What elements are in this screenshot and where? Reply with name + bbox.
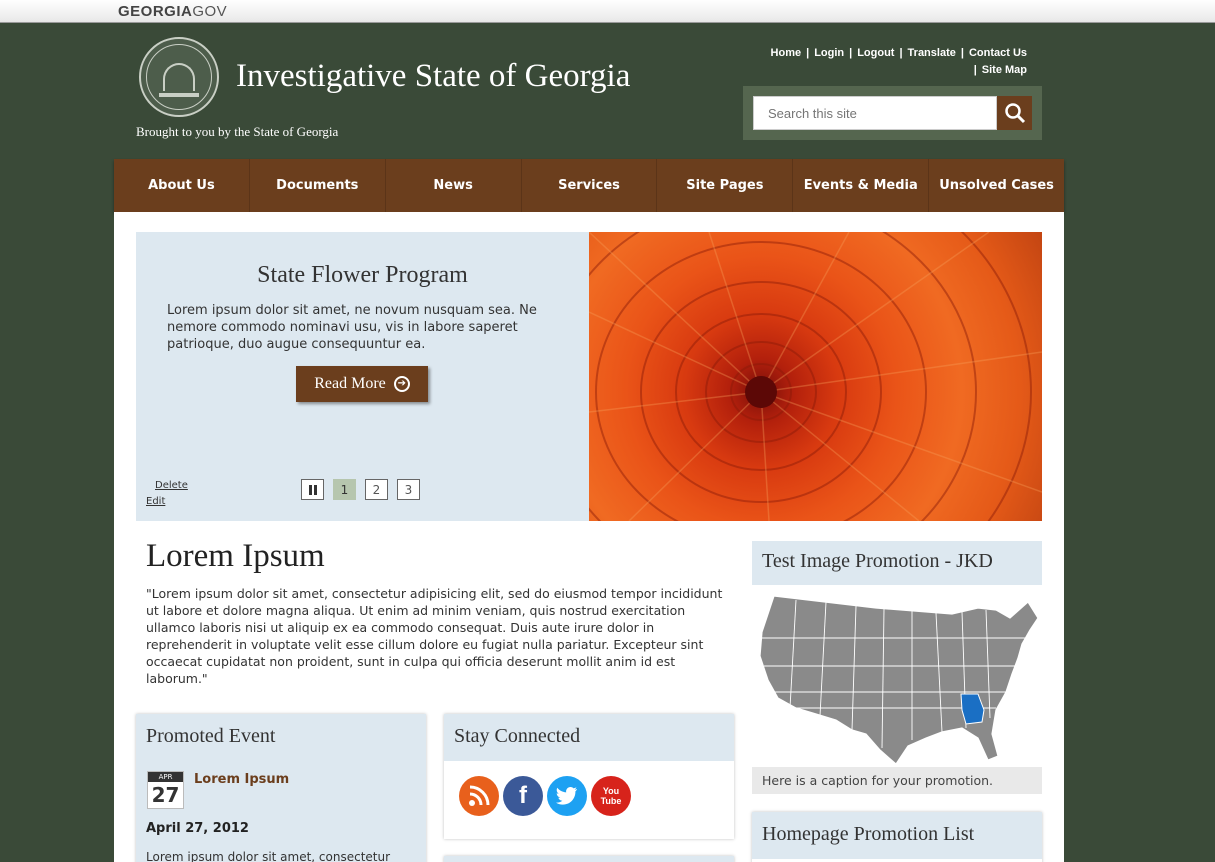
read-more-label: Read More	[314, 375, 386, 392]
utility-links: Home | Login | Logout | Translate | Contact Us |…	[770, 47, 1027, 76]
nav-documents[interactable]: Documents	[250, 159, 386, 212]
utility-link-logout[interactable]: Logout	[857, 47, 894, 59]
twitter-icon[interactable]	[547, 776, 587, 816]
search-box	[743, 86, 1042, 140]
facebook-icon[interactable]: f	[503, 776, 543, 816]
slide-page-2[interactable]: 2	[365, 479, 388, 500]
slide-page-1[interactable]: 1	[333, 479, 356, 500]
main-nav: About Us Documents News Services Site Pa…	[114, 159, 1064, 212]
homepage-promotion-list-heading: Homepage Promotion List	[752, 812, 1042, 859]
article-body: "Lorem ipsum dolor sit amet, consectetur…	[146, 586, 723, 686]
event-text: Lorem ipsum dolor sit amet, consectetur	[146, 850, 391, 862]
stay-connected-heading: Stay Connected	[444, 714, 734, 761]
flower-image	[589, 232, 1042, 521]
utility-link-contact[interactable]: Contact Us	[969, 47, 1027, 59]
slide-title: State Flower Program	[257, 262, 468, 288]
slide-page-3[interactable]: 3	[397, 479, 420, 500]
slide-text: Lorem ipsum dolor sit amet, ne novum nus…	[167, 303, 537, 352]
event-date: April 27, 2012	[146, 821, 249, 836]
article-title: Lorem Ipsum	[146, 538, 325, 574]
promo-title: Test Image Promotion - JKD	[752, 541, 1042, 585]
youtube-glyph-bottom: Tube	[600, 796, 622, 806]
us-map-image[interactable]	[756, 588, 1040, 764]
utility-link-login[interactable]: Login	[814, 47, 844, 59]
search-icon	[1005, 103, 1026, 124]
youtube-glyph-top: You	[602, 786, 620, 796]
nav-site-pages[interactable]: Site Pages	[657, 159, 794, 212]
search-button[interactable]	[997, 96, 1032, 130]
promoted-event-panel: Promoted Event APR 27 Lorem Ipsum April …	[136, 714, 426, 862]
social-icons: f You Tube	[459, 776, 631, 816]
pause-icon[interactable]	[301, 479, 324, 500]
promoted-event-heading: Promoted Event	[136, 714, 426, 761]
utility-link-sitemap[interactable]: Site Map	[982, 64, 1027, 76]
nav-about-us[interactable]: About Us	[114, 159, 250, 212]
nav-unsolved-cases[interactable]: Unsolved Cases	[929, 159, 1064, 212]
georgia-gov-logo[interactable]: GEORGIAGOV	[118, 3, 227, 20]
state-seal-icon[interactable]	[139, 37, 219, 117]
calendar-month: APR	[148, 772, 183, 782]
arrow-right-icon: ➔	[393, 376, 410, 392]
georgia-gov-bar: GEORGIAGOV	[0, 0, 1215, 23]
nav-news[interactable]: News	[386, 159, 522, 212]
utility-link-home[interactable]: Home	[771, 47, 802, 59]
edit-link[interactable]: Edit	[146, 496, 165, 507]
nav-services[interactable]: Services	[522, 159, 658, 212]
read-more-button[interactable]: Read More ➔	[296, 366, 428, 402]
nav-events-media[interactable]: Events & Media	[793, 159, 930, 212]
gov-logo-light: GOV	[192, 3, 228, 20]
delete-link[interactable]: Delete	[155, 480, 188, 491]
calendar-day: 27	[151, 783, 180, 807]
main-content: State Flower Program Lorem ipsum dolor s…	[114, 212, 1064, 862]
slider-pager: 1 2 3	[301, 479, 420, 500]
utility-link-translate[interactable]: Translate	[908, 47, 956, 59]
event-name-link[interactable]: Lorem Ipsum	[194, 772, 289, 787]
tagline: Brought to you by the State of Georgia	[136, 124, 339, 139]
lower-panel-header	[444, 856, 734, 862]
featured-slider: State Flower Program Lorem ipsum dolor s…	[136, 232, 1042, 521]
site-title[interactable]: Investigative State of Georgia	[236, 58, 630, 95]
calendar-icon: APR 27	[147, 771, 184, 809]
youtube-icon[interactable]: You Tube	[591, 776, 631, 816]
promo-caption: Here is a caption for your promotion.	[752, 767, 1042, 794]
rss-icon[interactable]	[459, 776, 499, 816]
gov-logo-bold: GEORGIA	[118, 3, 193, 20]
search-input[interactable]	[753, 96, 997, 130]
homepage-promotion-list-panel: Homepage Promotion List	[752, 812, 1042, 862]
stay-connected-panel: Stay Connected f You Tube	[444, 714, 734, 839]
